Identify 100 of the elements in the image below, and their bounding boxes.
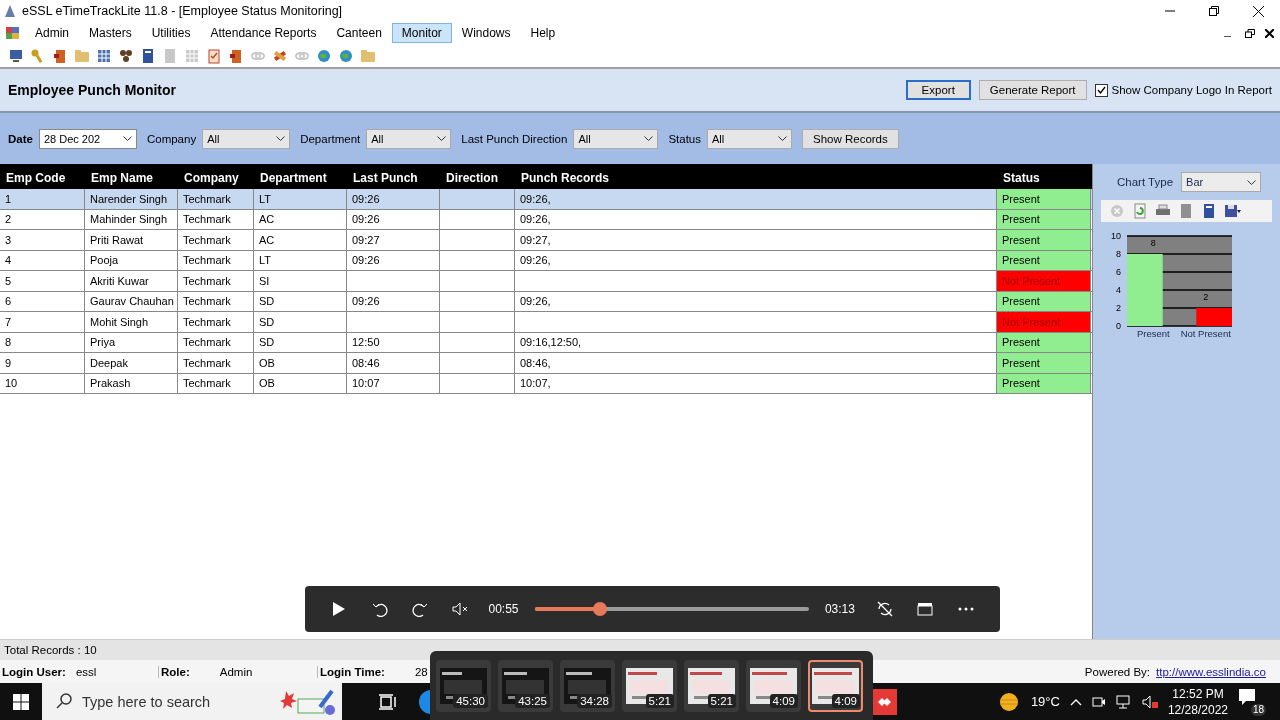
table-row[interactable]: 5 Akriti Kuwar Techmark SI Not Present: [0, 271, 1092, 292]
close-icon[interactable]: [1252, 5, 1264, 17]
status-cell: Present: [997, 230, 1091, 250]
task-view-icon[interactable]: [379, 693, 397, 710]
date-field[interactable]: 28 Dec 202: [38, 128, 137, 149]
clock-date[interactable]: 12/28/2022: [1167, 701, 1228, 718]
chevron-down-icon: [437, 136, 447, 141]
camera-icon[interactable]: [1091, 694, 1106, 709]
table-row[interactable]: 7 Mohit Singh Techmark SD Not Present: [0, 312, 1092, 333]
table-row[interactable]: 10 Prakash Techmark OB 10:07 10:07, Present: [0, 373, 1092, 394]
table-cell: Deepak: [85, 353, 178, 373]
table-cell: Techmark: [178, 291, 254, 311]
column-header: Punch Records: [520, 171, 611, 185]
checkbox[interactable]: [1094, 83, 1108, 97]
more-icon[interactable]: [957, 607, 974, 611]
clock-time[interactable]: 12:52 PM: [1172, 685, 1224, 702]
menu-item[interactable]: Windows: [451, 23, 521, 43]
category-label: Not Present: [1180, 328, 1231, 339]
skip-back-icon[interactable]: [371, 601, 388, 617]
export-button[interactable]: Export: [905, 80, 971, 100]
menu-item[interactable]: Utilities: [141, 23, 201, 43]
menu-item[interactable]: Help: [520, 23, 566, 43]
filter-dropdown[interactable]: All: [366, 128, 452, 149]
restore-icon[interactable]: [1209, 6, 1219, 16]
axis-tick-label: 6: [1116, 267, 1121, 277]
panel-title: Employee Punch Monitor: [8, 82, 176, 98]
notification-button[interactable]: 18: [1238, 687, 1266, 716]
website-link[interactable]: ttp://www.esslindia.co: [1156, 665, 1266, 678]
chevron-down-icon: [644, 136, 654, 141]
table-row[interactable]: 8 Priya Techmark SD 12:50 09:16,12:50, Present: [0, 332, 1092, 353]
menu-item[interactable]: Admin: [25, 23, 79, 43]
video-thumbnail[interactable]: 4:09: [746, 659, 801, 712]
table-cell: 10: [0, 373, 85, 393]
table-cell: 09:27: [347, 230, 440, 250]
video-thumbnail[interactable]: 43:25: [498, 659, 553, 712]
show-records-button[interactable]: Show Records: [802, 128, 899, 149]
close-icon[interactable]: [1265, 28, 1274, 38]
generate-report-button[interactable]: Generate Report: [978, 80, 1087, 100]
table-cell: LT: [254, 189, 347, 209]
table-cell: Priya: [85, 332, 178, 352]
table-row[interactable]: 9 Deepak Techmark OB 08:46 08:46, Present: [0, 353, 1092, 374]
table-cell: Narender Singh: [85, 189, 178, 209]
filter-label: Status: [668, 132, 701, 145]
table-row[interactable]: 2 Mahinder Singh Techmark AC 09:26 09:26, Present: [0, 209, 1092, 230]
table-cell: Techmark: [178, 373, 254, 393]
table-cell: Techmark: [178, 189, 254, 209]
chevron-up-icon[interactable]: [1069, 697, 1082, 706]
table-row[interactable]: 3 Priti Rawat Techmark AC 09:27 09:27, Present: [0, 230, 1092, 251]
menu-item[interactable]: Attendance Reports: [200, 23, 327, 43]
table-cell: Techmark: [178, 332, 254, 352]
table-cell: Priti Rawat: [85, 230, 178, 250]
save-icon[interactable]: [1224, 203, 1242, 219]
filter-dropdown[interactable]: All: [202, 128, 291, 149]
table-cell: AC: [254, 230, 347, 250]
table-cell: Pooja: [85, 250, 178, 270]
video-thumbnail[interactable]: 5:21: [684, 659, 739, 712]
search-field[interactable]: Type here to search: [42, 683, 342, 720]
filter-dropdown[interactable]: All: [573, 128, 659, 149]
clapperboard-icon[interactable]: [917, 602, 934, 616]
data-label: 2: [1203, 292, 1209, 302]
table-cell: 4: [0, 250, 85, 270]
status-cell: Present: [997, 250, 1091, 270]
checkbox-label: Show Company Logo In Report: [1111, 84, 1272, 96]
repeat-off-icon[interactable]: [877, 601, 894, 617]
status-cell: Present: [997, 291, 1091, 311]
chart-type-dropdown[interactable]: Bar: [1181, 172, 1262, 192]
table-cell: OB: [254, 373, 347, 393]
category-label: Present: [1136, 328, 1170, 339]
table-row[interactable]: 1 Narender Singh Techmark LT 09:26 09:26, Present: [0, 189, 1092, 210]
video-thumbnail[interactable]: 45:30: [436, 659, 491, 712]
speaker-muted-icon[interactable]: [1141, 694, 1158, 709]
table-cell: LT: [254, 250, 347, 270]
axis-tick-label: 8: [1116, 249, 1121, 259]
table-cell: 9: [0, 353, 85, 373]
table-cell: Techmark: [178, 250, 254, 270]
login-value: essl: [74, 665, 97, 678]
table-cell: 2: [0, 209, 85, 229]
menu-item[interactable]: Masters: [79, 23, 142, 43]
menu-item[interactable]: Monitor: [391, 23, 452, 43]
table-row[interactable]: 4 Pooja Techmark LT 09:26 09:26, Present: [0, 250, 1092, 271]
column-header: Department: [259, 171, 328, 185]
play-icon[interactable]: [332, 601, 347, 617]
filter-dropdown[interactable]: All: [707, 128, 792, 149]
menu-item[interactable]: Canteen: [326, 23, 392, 43]
table-row[interactable]: 6 Gaurav Chauhan Techmark SD 09:26 09:26, Present: [0, 291, 1092, 312]
skip-forward-icon[interactable]: [411, 601, 428, 617]
network-icon[interactable]: [1115, 694, 1132, 709]
app-icon: [4, 4, 16, 18]
table-cell: 09:26: [347, 209, 440, 229]
filter-label: Department: [300, 132, 361, 145]
video-thumbnail[interactable]: 5:21: [622, 659, 677, 712]
temperature[interactable]: 19°C: [1030, 694, 1060, 709]
restore-icon[interactable]: [1245, 28, 1255, 38]
mute-icon[interactable]: [452, 602, 469, 616]
column-header: Emp Code: [5, 171, 67, 185]
video-thumbnail[interactable]: 34:28: [560, 659, 615, 712]
video-thumbnail[interactable]: 4:09: [808, 659, 863, 712]
chart-bar: [1196, 308, 1232, 326]
windows-start-icon[interactable]: [13, 693, 29, 710]
status-cell: Present: [997, 373, 1091, 393]
